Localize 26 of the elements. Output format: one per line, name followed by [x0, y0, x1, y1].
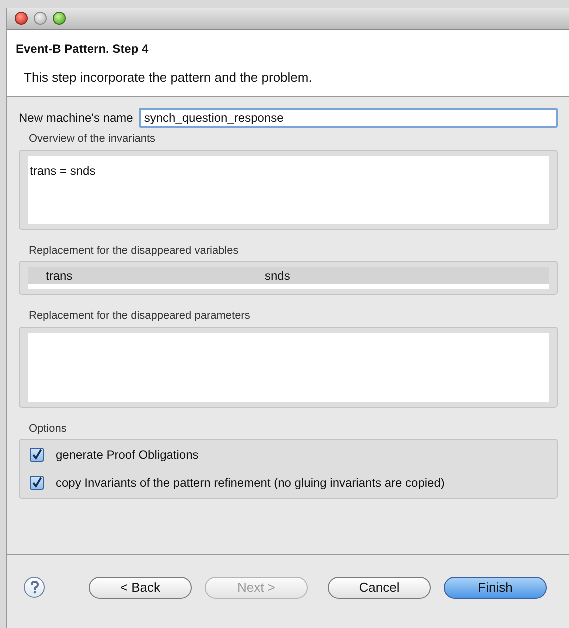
- minimize-button[interactable]: [34, 12, 47, 25]
- checkbox[interactable]: [30, 476, 44, 490]
- checkmark-icon: [31, 476, 43, 490]
- wizard-title: Event-B Pattern. Step 4: [16, 41, 150, 58]
- invariants-text-area[interactable]: trans = snds: [28, 156, 549, 224]
- invariant-text: trans = snds: [30, 164, 96, 178]
- close-button[interactable]: [15, 12, 28, 25]
- machine-name-field[interactable]: synch_question_response: [139, 108, 558, 128]
- dialog-button[interactable]: Finish: [444, 576, 547, 598]
- field-label: New machine's name: [19, 110, 134, 127]
- checkbox-label: generate Proof Obligations: [56, 447, 199, 464]
- wizard-description: This step incorporate the pattern and the problem.: [23, 69, 314, 87]
- dialog-button[interactable]: Cancel: [328, 576, 431, 598]
- table-row[interactable]: trans snds: [28, 267, 549, 284]
- group-label: Overview of the invariants: [29, 132, 157, 147]
- group-label: Options: [29, 422, 68, 436]
- dialog-button[interactable]: < Back: [89, 576, 192, 598]
- checkmark-icon: [31, 448, 43, 462]
- help-icon[interactable]: [24, 577, 45, 598]
- zoom-button[interactable]: [53, 12, 66, 25]
- table-cell-text: trans: [45, 268, 74, 284]
- table-cell-text: snds: [265, 268, 290, 284]
- group-label: Replacement for the disappeared variables: [29, 244, 240, 258]
- checkbox-label: copy Invariants of the pattern refinement (no gluing invariants are copied): [56, 475, 445, 492]
- group-label: Replacement for the disappeared parameters: [29, 309, 252, 324]
- checkbox[interactable]: [30, 448, 44, 462]
